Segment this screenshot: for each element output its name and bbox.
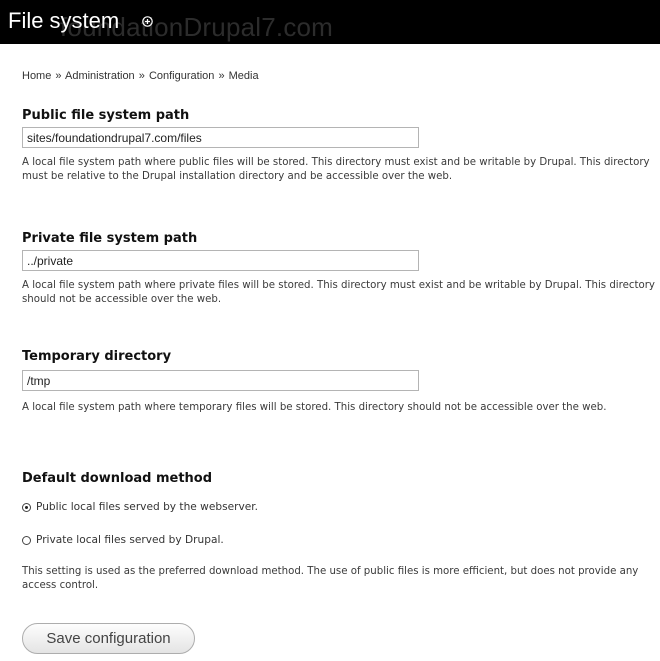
temporary-directory-description: A local file system path where temporary… [22,402,607,413]
public-path-label: Public file system path [22,108,190,123]
temporary-directory-input[interactable] [22,370,419,391]
download-option-public-label[interactable]: Public local files served by the webserv… [36,501,258,513]
private-path-label: Private file system path [22,231,198,246]
save-configuration-button[interactable]: Save configuration [22,623,195,654]
private-path-input[interactable] [22,250,419,271]
private-path-description: A local file system path where private f… [22,280,655,305]
breadcrumb-separator: » [55,70,62,82]
breadcrumb-separator: » [138,70,145,82]
breadcrumb-media[interactable]: Media [229,70,259,82]
page-header: foundationDrupal7.com File system [0,0,660,44]
page-title: File system [8,8,120,33]
public-path-description: A local file system path where public fi… [22,157,650,182]
radio-button[interactable] [22,535,31,545]
public-path-input[interactable] [22,127,419,148]
breadcrumb: Home » Administration » Configuration » … [22,70,259,82]
breadcrumb-administration[interactable]: Administration [65,70,135,82]
download-method-description: This setting is used as the preferred do… [22,566,639,591]
radio-button-selected[interactable] [22,502,31,512]
plus-circle-icon[interactable] [142,16,153,27]
breadcrumb-separator: » [218,70,225,82]
download-option-public[interactable]: Public local files served by the webserv… [22,500,258,514]
download-option-private[interactable]: Private local files served by Drupal. [22,533,224,547]
download-method-label: Default download method [22,471,213,486]
breadcrumb-configuration[interactable]: Configuration [149,70,214,82]
breadcrumb-home[interactable]: Home [22,70,51,82]
download-option-private-label[interactable]: Private local files served by Drupal. [36,534,224,546]
temporary-directory-label: Temporary directory [22,349,172,364]
